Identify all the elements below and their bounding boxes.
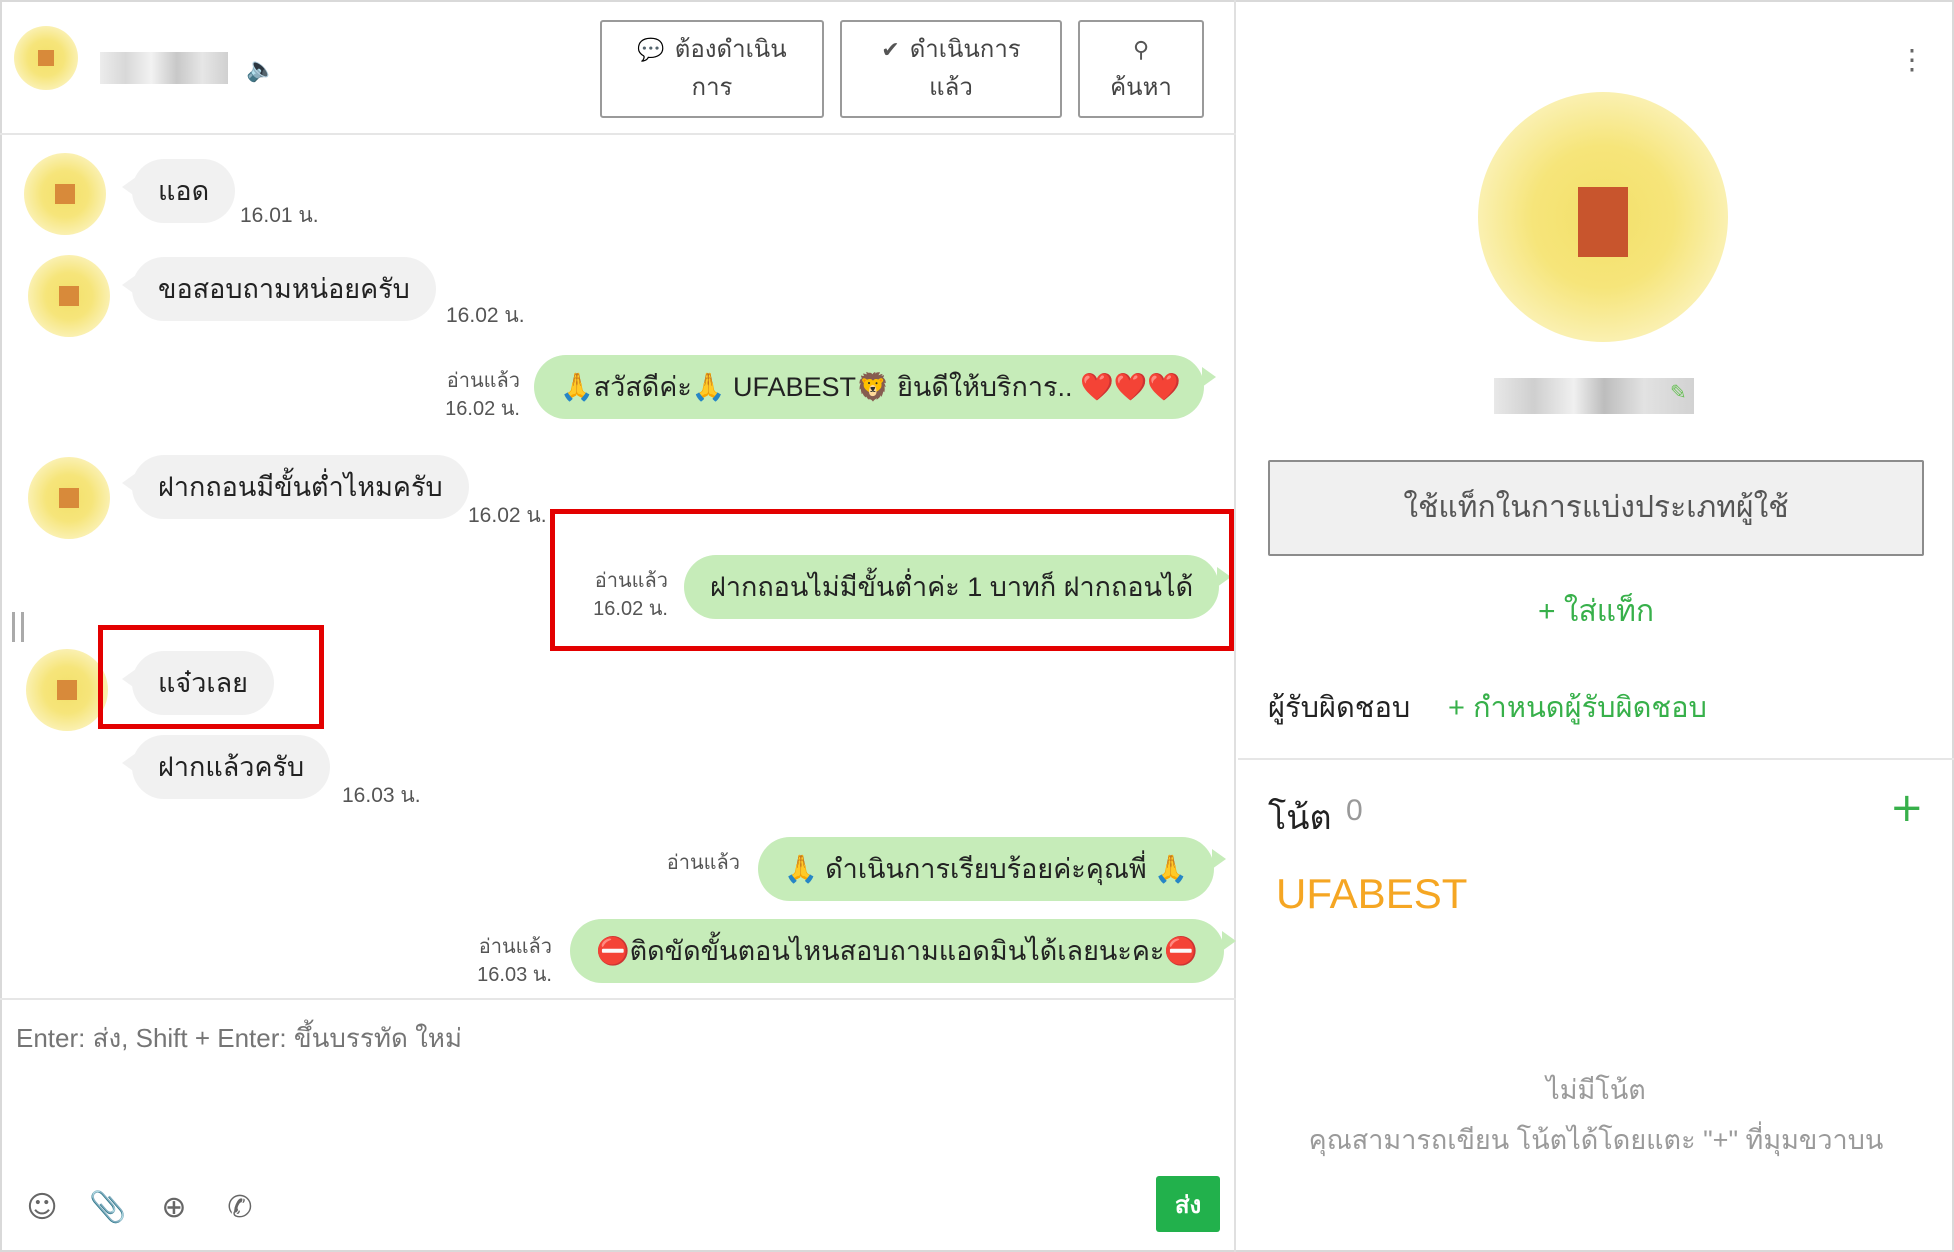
message-time: 16.02 น. [468,504,547,527]
phone-icon[interactable]: ✆ [220,1188,260,1228]
speaker-icon[interactable]: 🔈 [246,54,276,84]
pending-label-2: การ [691,74,733,101]
note-brand-text: UFABEST [1276,870,1468,917]
message-bubble[interactable]: 🙏สวัสดีค่ะ🙏 UFABEST🦁 ยินดีให้บริการ.. ❤️… [534,355,1216,419]
message-bubble[interactable]: 🙏 ดำเนินการเรียบร้อยค่ะคุณพี่ 🙏 [758,837,1226,901]
message-time: 16.02 น. [446,304,525,327]
message-input[interactable] [16,1018,1196,1058]
contact-name-blurred [100,52,228,84]
message-time: 16.02 น. [445,398,520,420]
message-bubble[interactable]: ฝากแล้วครับ [121,735,331,799]
done-label-1: ดำเนินการ [909,36,1021,63]
tag-category-button[interactable]: ใช้แท็กในการแบ่งประเภทผู้ใช้ [1268,460,1924,556]
profile-panel: ⋮ ✎ ใช้แท็กในการแบ่งประเภทผู้ใช้ + ใส่แท… [1238,0,1954,1252]
emoji-icon[interactable]: ☺ [22,1188,62,1228]
add-tag-link[interactable]: + ใส่แท็ก [1238,588,1954,635]
add-chat-icon[interactable]: ⊕ [154,1188,194,1228]
highlight-box-reply [550,509,1234,651]
divider [1238,758,1954,760]
sender-avatar[interactable] [28,457,110,539]
empty-notes-title: ไม่มีโน้ต [1546,1075,1646,1105]
chat-header: 🔈 💬 ต้องดำเนิน การ ✔ ดำเนินการ แล้ว ⚲ ค้นห… [0,0,1236,135]
message-time: 16.03 น. [477,964,552,986]
message-bubble[interactable]: แอด [121,159,236,223]
resize-handle[interactable] [12,612,24,642]
read-status: อ่านแล้ว [446,370,520,392]
assign-responsible-link[interactable]: + กำหนดผู้รับผิดชอบ [1448,684,1707,730]
sender-avatar[interactable] [26,649,108,731]
message-bubble[interactable]: ขอสอบถามหน่อยครับ [122,257,436,321]
read-status: อ่านแล้ว [666,852,740,874]
message-composer: ☺ 📎 ⊕ ✆ ส่ง [0,998,1236,1252]
message-bubble[interactable]: ฝากถอนมีขั้นต่ำไหมครับ [122,455,469,519]
message-meta: อ่านแล้ว [650,849,740,877]
paperclip-icon[interactable]: 📎 [88,1188,128,1228]
chat-panel: 🔈 💬 ต้องดำเนิน การ ✔ ดำเนินการ แล้ว ⚲ ค้นห… [0,0,1237,1252]
profile-avatar [1478,92,1728,342]
done-label-2: แล้ว [929,74,973,101]
pending-label-1: ต้องดำเนิน [674,36,787,63]
message-time: 16.03 น. [342,784,421,807]
highlight-box-reaction [98,625,324,729]
sender-avatar[interactable] [28,255,110,337]
notes-title: โน้ต [1268,799,1332,837]
notes-count: 0 [1346,794,1363,827]
contact-avatar[interactable] [14,26,78,90]
message-bubble[interactable]: ⛔ติดขัดขั้นตอนไหนสอบถามแอดมินได้เลยนะคะ⛔ [570,919,1237,983]
add-note-icon[interactable]: + [1890,788,1924,828]
pending-button[interactable]: 💬 ต้องดำเนิน การ [600,20,824,118]
send-button[interactable]: ส่ง [1156,1176,1220,1232]
message-list[interactable]: แอด 16.01 น. ขอสอบถามหน่อยครับ 16.02 น. … [0,137,1237,997]
done-button[interactable]: ✔ ดำเนินการ แล้ว [840,20,1062,118]
sender-avatar[interactable] [24,153,106,235]
chat-bubble-icon: 💬 [637,37,665,62]
message-meta: อ่านแล้ว 16.02 น. [430,367,520,423]
search-label: ค้นหา [1110,74,1172,101]
more-options-icon[interactable]: ⋮ [1898,40,1926,80]
responsible-label: ผู้รับผิดชอบ [1268,692,1411,724]
empty-notes-hint: คุณสามารถเขียน โน้ตได้โดยแตะ "+" ที่มุมข… [1308,1125,1884,1155]
profile-name-blurred [1494,378,1694,414]
edit-pencil-icon[interactable]: ✎ [1670,380,1687,404]
search-icon: ⚲ [1132,37,1150,62]
search-button[interactable]: ⚲ ค้นหา [1078,20,1204,118]
read-status: อ่านแล้ว [478,936,552,958]
check-circle-icon: ✔ [881,37,900,62]
message-meta: อ่านแล้ว 16.03 น. [462,933,552,989]
message-time: 16.01 น. [240,204,319,227]
